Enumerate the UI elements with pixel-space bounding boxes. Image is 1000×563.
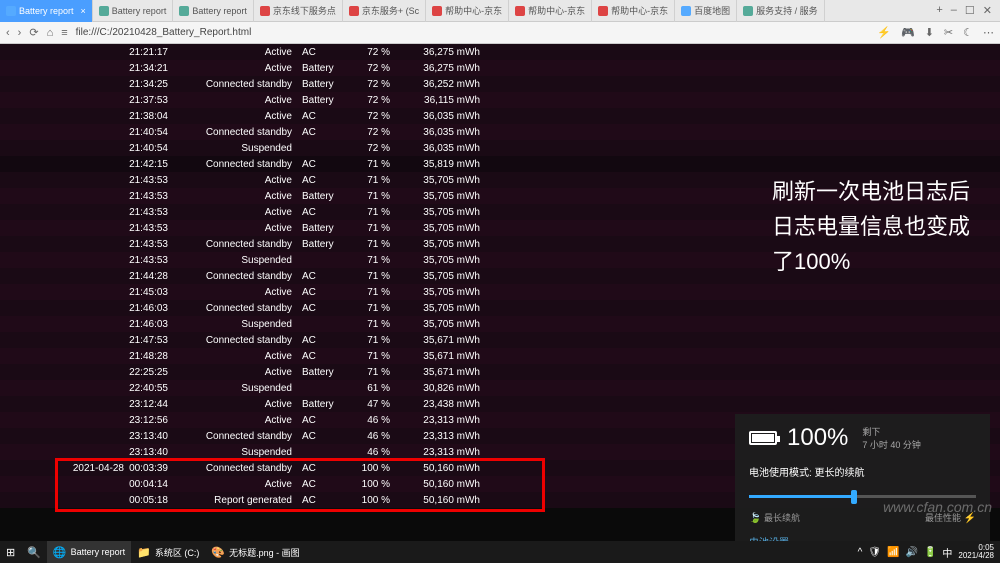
taskbar: ⊞ 🔍 🌐 Battery report 📁 系统区 (C:) 🎨 无标题.png - 画… [0,541,1000,563]
battery-tray-icon[interactable]: 🔋 [924,547,936,558]
app-icon: 🌐 [53,546,67,559]
app-label: 系统区 (C:) [155,546,200,559]
tab-favicon [6,6,16,16]
tab-label: Battery report [19,6,74,16]
app-label: 无标题.png - 画图 [229,546,300,559]
slider-left-label: 最长续航 [764,513,800,523]
tab-favicon [743,6,753,16]
tab-label: 帮助中心-京东 [445,4,502,17]
app-icon: 🎨 [211,546,225,559]
taskbar-app[interactable]: 🌐 Battery report [47,541,131,563]
close-icon[interactable]: × [81,6,86,16]
browser-tabs: Battery report×Battery reportBattery rep… [0,0,1000,22]
table-row: 21:21:17ActiveAC72 %36,275 mWh [0,44,1000,60]
table-row: 21:46:03Connected standbyAC71 %35,705 mW… [0,300,1000,316]
remain-label: 剩下 [862,425,921,438]
maximize-icon[interactable]: ☐ [965,4,975,17]
browser-tab[interactable]: Battery report × [0,0,93,22]
ime-icon[interactable]: 中 [942,545,952,560]
search-button[interactable]: 🔍 [21,541,47,563]
tab-label: 百度地图 [694,4,730,17]
tab-favicon [515,6,525,16]
cut-icon[interactable]: ✂ [944,26,953,39]
battery-mode-label: 电池使用模式: 更长的续航 [749,464,976,479]
tab-label: Battery report [192,6,247,16]
app-icon: 📁 [137,546,151,559]
annotation-text: 刷新一次电池日志后 日志电量信息也变成 了100% [772,174,970,280]
table-row: 21:34:25Connected standbyBattery72 %36,2… [0,76,1000,92]
taskbar-clock[interactable]: 0:052021/4/28 [958,544,994,560]
tab-label: Battery report [112,6,167,16]
start-button[interactable]: ⊞ [0,541,21,563]
taskbar-app[interactable]: 🎨 无标题.png - 画图 [205,541,305,563]
network-icon[interactable]: 📶 [887,547,899,558]
tab-favicon [260,6,270,16]
new-tab-button[interactable]: + [936,4,942,17]
table-row: 21:40:54Suspended72 %36,035 mWh [0,140,1000,156]
volume-icon[interactable]: 🔊 [906,547,918,558]
page-content: 21:21:17ActiveAC72 %36,275 mWh21:34:21Ac… [0,44,1000,541]
download-icon[interactable]: ⬇ [925,26,934,39]
table-row: 21:46:03Suspended71 %35,705 mWh [0,316,1000,332]
tab-favicon [681,6,691,16]
browser-tab[interactable]: Battery report [173,0,254,22]
browser-tab[interactable]: 百度地图 [675,0,737,22]
table-row: 21:34:21ActiveBattery72 %36,275 mWh [0,60,1000,76]
tab-label: 京东服务+ (Sc [362,4,419,17]
reload-icon[interactable]: ⟳ [29,26,38,39]
tab-favicon [349,6,359,16]
leaf-icon: 🍃 [749,513,761,524]
watermark: www.cfan.com.cn [883,499,992,515]
search-icon: 🔍 [27,546,41,559]
table-row: 21:48:28ActiveAC71 %35,671 mWh [0,348,1000,364]
url-text[interactable]: file:///C:/20210428_Battery_Report.html [76,27,870,38]
tab-favicon [179,6,189,16]
bolt-icon[interactable]: ⚡ [877,26,891,39]
table-row: 21:42:15Connected standbyAC71 %35,819 mW… [0,156,1000,172]
browser-tab[interactable]: 京东线下服务点 [254,0,343,22]
shield-icon[interactable]: 🛡 [868,547,881,558]
table-row: 21:47:53Connected standbyAC71 %35,671 mW… [0,332,1000,348]
table-row: 21:37:53ActiveBattery72 %36,115 mWh [0,92,1000,108]
browser-tab[interactable]: 帮助中心-京东 [426,0,509,22]
browser-tab[interactable]: 服务支持 / 服务 [737,0,825,22]
table-row: 21:38:04ActiveAC72 %36,035 mWh [0,108,1000,124]
tab-label: 帮助中心-京东 [528,4,585,17]
table-row: 21:45:03ActiveAC71 %35,705 mWh [0,284,1000,300]
battery-icon [749,431,777,445]
battery-settings-link[interactable]: 电池设置 [749,534,976,541]
minimize-icon[interactable]: – [951,4,957,17]
more-icon[interactable]: ⋯ [983,26,994,39]
moon-icon[interactable]: ☾ [963,26,973,39]
tab-label: 服务支持 / 服务 [756,4,818,17]
menu-icon[interactable]: ≡ [61,27,67,39]
browser-tab[interactable]: 帮助中心-京东 [592,0,675,22]
windows-icon: ⊞ [6,546,15,559]
remain-time: 7 小时 40 分钟 [862,438,921,451]
tab-favicon [598,6,608,16]
tab-favicon [99,6,109,16]
gamepad-icon[interactable]: 🎮 [901,26,915,39]
tab-label: 帮助中心-京东 [611,4,668,17]
battery-percent: 100% [787,424,848,452]
taskbar-app[interactable]: 📁 系统区 (C:) [131,541,205,563]
home-icon[interactable]: ⌂ [47,27,54,39]
address-bar: ‹ › ⟳ ⌂ ≡ file:///C:/20210428_Battery_Re… [0,22,1000,44]
battery-flyout: 100% 剩下 7 小时 40 分钟 电池使用模式: 更长的续航 🍃 最长续航 … [735,414,990,541]
tab-label: 京东线下服务点 [273,4,336,17]
close-icon[interactable]: ✕ [983,4,992,17]
table-row: 22:25:25ActiveBattery71 %35,671 mWh [0,364,1000,380]
forward-icon[interactable]: › [18,27,22,39]
tab-favicon [432,6,442,16]
table-row: 23:12:44ActiveBattery47 %23,438 mWh [0,396,1000,412]
back-icon[interactable]: ‹ [6,27,10,39]
browser-tab[interactable]: 京东服务+ (Sc [343,0,426,22]
browser-tab[interactable]: Battery report [93,0,174,22]
app-label: Battery report [71,547,126,557]
browser-tab[interactable]: 帮助中心-京东 [509,0,592,22]
tray-up-icon[interactable]: ^ [858,547,863,558]
table-row: 21:40:54Connected standbyAC72 %36,035 mW… [0,124,1000,140]
table-row: 22:40:55Suspended61 %30,826 mWh [0,380,1000,396]
